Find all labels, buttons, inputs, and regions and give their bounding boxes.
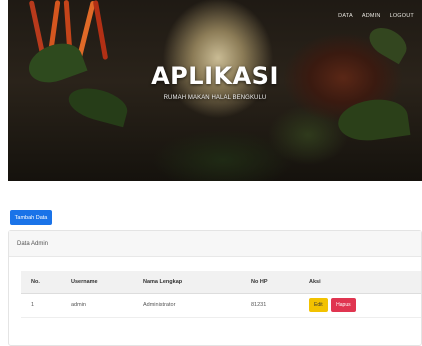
top-nav: DATA ADMIN LOGOUT <box>338 13 414 19</box>
column-header-username: Username <box>61 271 133 294</box>
cell-nama-lengkap: Administrator <box>133 293 241 318</box>
nav-data[interactable]: DATA <box>338 13 353 19</box>
hero-banner: DATA ADMIN LOGOUT APLIKASI RUMAH MAKAN H… <box>8 0 422 181</box>
table-row: 1 admin Administrator 81231 Edit Hapus <box>21 293 421 318</box>
column-header-nama-lengkap: Nama Lengkap <box>133 271 241 294</box>
decorative-stem <box>92 0 109 60</box>
nav-admin[interactable]: ADMIN <box>362 13 381 19</box>
app-subtitle: RUMAH MAKAN HALAL BENGKULU <box>163 95 267 101</box>
delete-button[interactable]: Hapus <box>331 298 356 312</box>
cell-no-hp: 81231 <box>241 293 299 318</box>
column-header-no: No. <box>21 271 61 294</box>
decorative-leaf <box>335 95 411 145</box>
app-title: APLIKASI <box>151 62 279 90</box>
cell-no: 1 <box>21 293 61 318</box>
decorative-leaf <box>364 21 412 65</box>
cell-username: admin <box>61 293 133 318</box>
nav-logout[interactable]: LOGOUT <box>390 13 414 19</box>
admin-table: No. Username Nama Lengkap No HP Aksi 1 a… <box>21 271 421 318</box>
cell-aksi: Edit Hapus <box>299 293 421 318</box>
add-data-button[interactable]: Tambah Data <box>10 210 52 225</box>
edit-button[interactable]: Edit <box>309 298 328 312</box>
column-header-no-hp: No HP <box>241 271 299 294</box>
admin-data-card: Data Admin No. Username Nama Lengkap No … <box>8 230 422 346</box>
card-title: Data Admin <box>9 231 421 257</box>
table-header-row: No. Username Nama Lengkap No HP Aksi <box>21 271 421 294</box>
column-header-aksi: Aksi <box>299 271 421 294</box>
